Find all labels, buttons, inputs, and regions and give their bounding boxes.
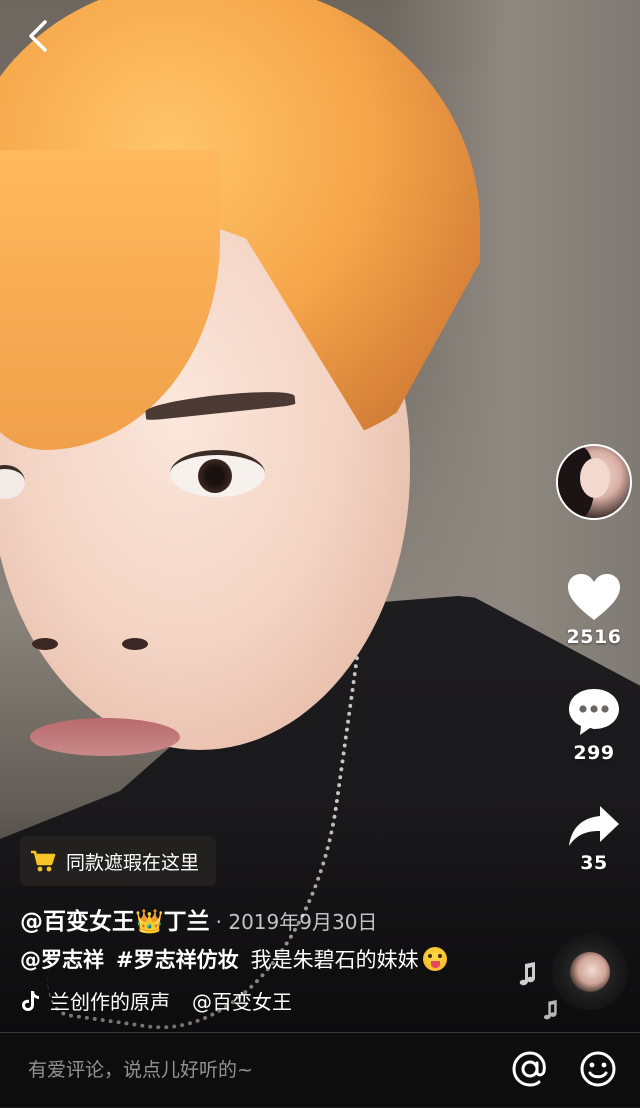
author-row: @百变女王👑丁兰 · 2019年9月30日 — [20, 902, 520, 936]
music-owner: @百变女王 — [192, 990, 292, 1014]
share-arrow-icon — [569, 806, 619, 846]
wink-tongue-emoji-icon — [422, 947, 447, 971]
emoji-button[interactable] — [578, 1049, 618, 1089]
post-date: · 2019年9月30日 — [215, 910, 378, 934]
lips — [30, 718, 180, 756]
mention-button[interactable] — [510, 1049, 550, 1089]
video-frame[interactable] — [0, 0, 640, 1107]
comment-count: 299 — [573, 742, 615, 764]
smiley-icon — [580, 1051, 616, 1087]
back-button[interactable] — [18, 16, 58, 56]
comment-input[interactable]: 有爱评论，说点儿好听的~ — [28, 1055, 253, 1082]
hashtag-link[interactable]: #罗志祥仿妆 — [116, 944, 239, 974]
description-text: 我是朱碧石的妹妹 — [250, 948, 419, 972]
at-sign-icon — [512, 1051, 546, 1087]
music-disc[interactable] — [552, 934, 628, 1010]
heart-icon — [568, 574, 620, 620]
shopping-cart-icon — [31, 850, 56, 872]
music-cover — [570, 952, 610, 992]
music-row[interactable]: 兰创作的原声 @百变女王 — [20, 986, 520, 1015]
eye — [170, 450, 265, 497]
share-button[interactable]: 35 — [567, 804, 621, 874]
music-note-icon — [519, 962, 535, 986]
music-title: 兰创作的原声 — [50, 990, 170, 1014]
like-button[interactable]: 2516 — [566, 572, 622, 648]
speech-bubble-icon — [569, 689, 619, 735]
video-description: @罗志祥 #罗志祥仿妆 我是朱碧石的妹妹 — [20, 944, 520, 974]
author-avatar[interactable] — [556, 444, 632, 520]
author-handle[interactable]: @百变女王👑丁兰 — [20, 902, 210, 936]
like-count: 2516 — [566, 626, 622, 648]
chevron-left-icon — [29, 20, 47, 52]
mention-link[interactable]: @罗志祥 — [20, 944, 104, 974]
comment-button[interactable]: 299 — [566, 686, 622, 764]
cart-label: 同款遮瑕在这里 — [66, 851, 200, 874]
share-count: 35 — [580, 852, 608, 874]
nose — [30, 630, 160, 660]
music-note-icon — [543, 1000, 557, 1020]
action-sidebar: 2516 299 35 — [554, 444, 634, 874]
tiktok-note-icon — [22, 990, 39, 1011]
product-cart-chip[interactable]: 同款遮瑕在这里 — [20, 836, 216, 886]
comment-bar: 有爱评论，说点儿好听的~ — [0, 1032, 640, 1108]
